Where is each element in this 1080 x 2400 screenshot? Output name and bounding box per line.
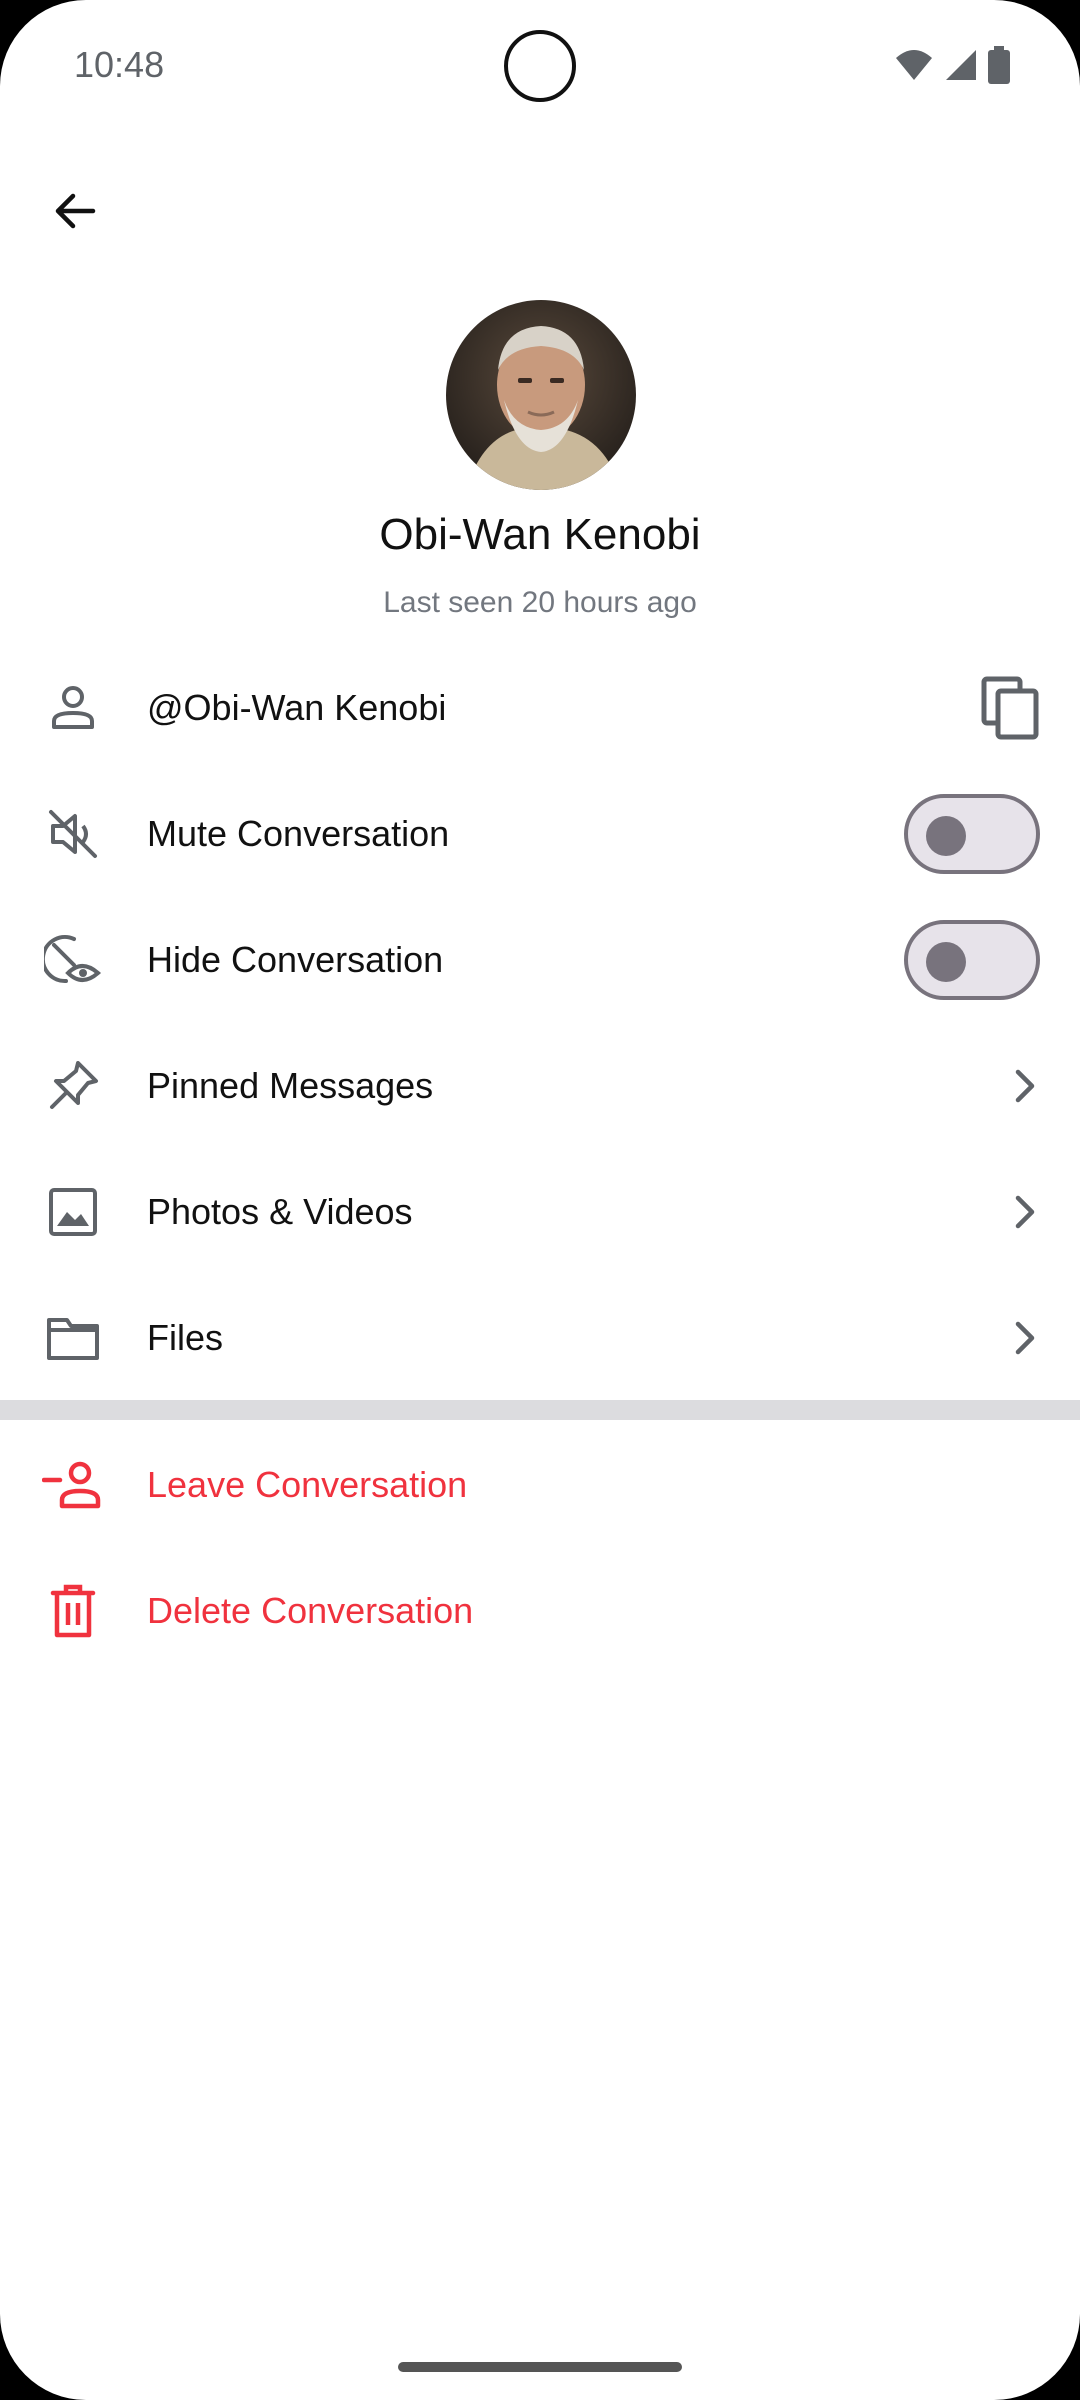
folder-icon xyxy=(40,1305,106,1371)
toggle-knob xyxy=(926,816,966,856)
image-icon xyxy=(40,1179,106,1245)
toggle-knob xyxy=(926,942,966,982)
last-seen-status: Last seen 20 hours ago xyxy=(383,586,697,619)
pin-icon xyxy=(40,1053,106,1119)
chevron-right-icon xyxy=(1010,1318,1040,1358)
chevron-right-icon xyxy=(1010,1192,1040,1232)
settings-list: @Obi-Wan Kenobi Mute Conversation Hide C… xyxy=(0,645,1080,1401)
battery-icon xyxy=(988,46,1010,84)
back-button[interactable] xyxy=(40,176,110,246)
home-indicator[interactable] xyxy=(398,2362,682,2372)
mute-conversation-label: Mute Conversation xyxy=(147,813,450,854)
mute-conversation-toggle[interactable] xyxy=(904,794,1040,874)
files-label: Files xyxy=(147,1317,224,1358)
screen: 10:48 Obi-Wan Kenobi Last seen 20 hours … xyxy=(0,0,1080,2400)
status-icons xyxy=(894,46,1010,84)
delete-conversation-label: Delete Conversation xyxy=(147,1590,474,1631)
delete-conversation-row[interactable]: Delete Conversation xyxy=(0,1548,1080,1674)
mute-conversation-row[interactable]: Mute Conversation xyxy=(0,771,1080,897)
files-row[interactable]: Files xyxy=(0,1275,1080,1401)
username-label: @Obi-Wan Kenobi xyxy=(147,687,447,728)
profile-name: Obi-Wan Kenobi xyxy=(379,510,701,559)
person-icon xyxy=(40,675,106,741)
person-remove-icon xyxy=(40,1452,106,1518)
leave-conversation-row[interactable]: Leave Conversation xyxy=(0,1422,1080,1548)
photos-videos-row[interactable]: Photos & Videos xyxy=(0,1149,1080,1275)
photos-videos-label: Photos & Videos xyxy=(147,1191,413,1232)
danger-actions: Leave Conversation Delete Conversation xyxy=(0,1422,1080,1674)
leave-conversation-label: Leave Conversation xyxy=(147,1464,468,1505)
hide-conversation-toggle[interactable] xyxy=(904,920,1040,1000)
chevron-right-icon xyxy=(1010,1066,1040,1106)
avatar xyxy=(446,300,636,490)
copy-button[interactable] xyxy=(980,675,1040,741)
visibility-off-icon xyxy=(40,927,106,993)
camera-cutout xyxy=(504,30,576,102)
hide-conversation-row[interactable]: Hide Conversation xyxy=(0,897,1080,1023)
wifi-icon xyxy=(896,50,932,80)
cellular-signal-icon xyxy=(946,50,976,80)
status-bar: 10:48 xyxy=(0,0,1080,130)
hide-conversation-label: Hide Conversation xyxy=(147,939,444,980)
avatar-photo xyxy=(446,300,636,490)
pinned-messages-label: Pinned Messages xyxy=(147,1065,434,1106)
section-divider xyxy=(0,1400,1080,1420)
volume-off-icon xyxy=(40,801,106,867)
status-time: 10:48 xyxy=(74,44,165,85)
pinned-messages-row[interactable]: Pinned Messages xyxy=(0,1023,1080,1149)
trash-icon xyxy=(40,1578,106,1644)
username-row: @Obi-Wan Kenobi xyxy=(0,645,1080,771)
arrow-back-icon xyxy=(55,193,96,229)
copy-icon xyxy=(981,676,1039,740)
